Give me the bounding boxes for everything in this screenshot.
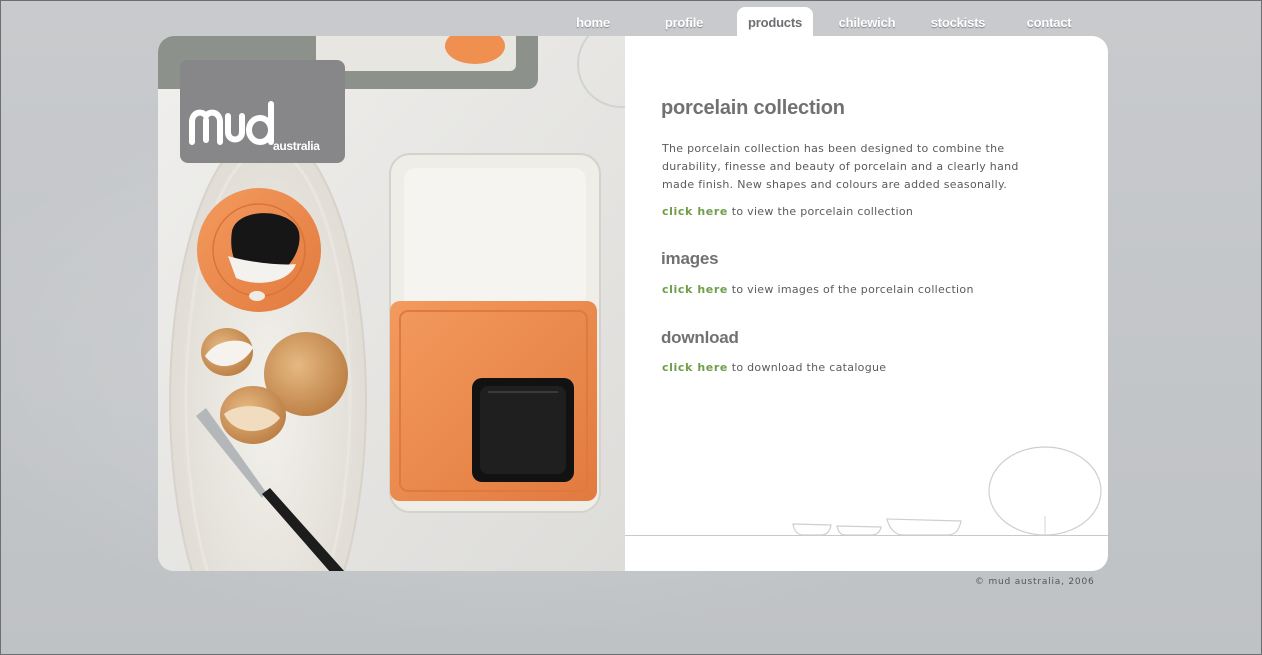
nav-tab-profile[interactable]: profile	[645, 7, 723, 36]
nav-tab-products[interactable]: products	[737, 7, 813, 36]
bowls-sketch-icon	[792, 446, 1102, 536]
download-link-suffix: to download the catalogue	[727, 361, 887, 374]
images-link-line: click here to view images of the porcela…	[662, 283, 974, 296]
nav-tab-chilewich[interactable]: chilewich	[828, 7, 906, 36]
copyright-footer: © mud australia, 2006	[975, 577, 1095, 587]
mud-logo-icon	[189, 101, 274, 145]
logo-subtitle: australia	[273, 139, 320, 153]
view-collection-link[interactable]: click here	[662, 205, 728, 218]
images-link-suffix: to view images of the porcelain collecti…	[727, 283, 974, 296]
collection-link-suffix: to view the porcelain collection	[727, 205, 914, 218]
images-heading: images	[661, 249, 719, 268]
download-heading: download	[661, 328, 739, 347]
view-images-link[interactable]: click here	[662, 283, 728, 296]
product-photo: australia	[158, 36, 625, 571]
nav-tab-contact[interactable]: contact	[1010, 7, 1088, 36]
nav-tab-stockists[interactable]: stockists	[919, 7, 997, 36]
download-catalogue-link[interactable]: click here	[662, 361, 728, 374]
collection-description: The porcelain collection has been design…	[662, 142, 1019, 191]
collection-heading: porcelain collection	[661, 97, 845, 119]
download-link-line: click here to download the catalogue	[662, 361, 886, 374]
main-card: australia porcelain collection The porce…	[158, 36, 1108, 571]
page-frame: home profile products chilewich stockist…	[0, 0, 1262, 655]
nav-tab-home[interactable]: home	[554, 7, 632, 36]
brand-logo[interactable]: australia	[180, 60, 345, 163]
collection-link-line: click here to view the porcelain collect…	[662, 205, 913, 218]
